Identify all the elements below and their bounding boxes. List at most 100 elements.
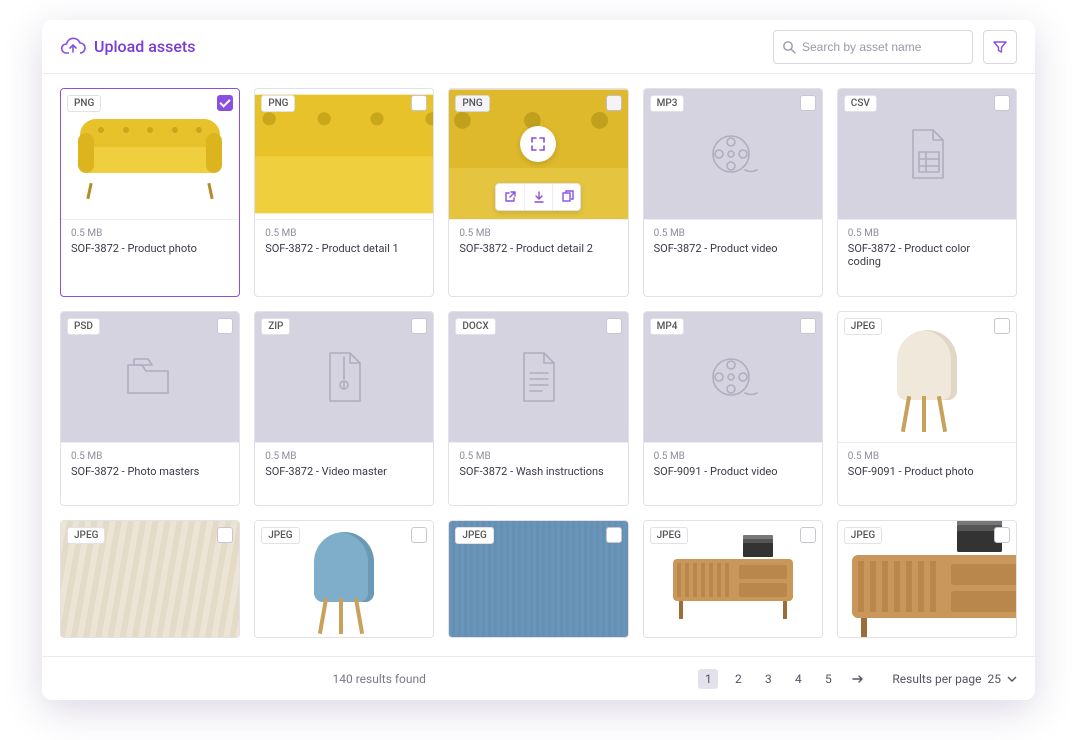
select-checkbox[interactable] [217, 95, 233, 111]
search-icon [782, 40, 796, 54]
select-checkbox[interactable] [217, 318, 233, 334]
upload-assets-button[interactable]: Upload assets [60, 37, 195, 57]
download-button[interactable] [524, 184, 552, 210]
asset-title: SOF-3872 - Wash instructions [459, 465, 617, 478]
asset-thumbnail: ZIP [255, 312, 433, 442]
asset-meta: 0.5 MB SOF-3872 - Product color coding [838, 219, 1016, 278]
copy-icon [560, 190, 574, 204]
asset-card[interactable]: MP3 0.5 MB SOF-3872 - Product video [643, 88, 823, 297]
asset-card[interactable]: MP4 0.5 MB SOF-9091 - Product video [643, 311, 823, 507]
asset-grid: PNG 0.5 MB SOF-3872 - Product photo PNG … [60, 88, 1017, 656]
asset-card[interactable]: CSV 0.5 MB SOF-3872 - Product color codi… [837, 88, 1017, 297]
format-badge: PNG [261, 95, 295, 112]
search-box[interactable] [773, 30, 973, 64]
select-checkbox[interactable] [994, 95, 1010, 111]
app-frame: Upload assets PNG 0.5 MB SOF-3872 - Prod… [42, 20, 1035, 700]
asset-card[interactable]: JPEG [60, 520, 240, 638]
select-checkbox[interactable] [606, 527, 622, 543]
asset-size: 0.5 MB [265, 228, 423, 239]
format-badge: JPEG [67, 527, 105, 544]
filetype-icon [705, 349, 761, 405]
asset-title: SOF-3872 - Product video [654, 242, 812, 255]
asset-thumbnail: JPEG [838, 312, 1016, 442]
asset-thumbnail: JPEG [449, 521, 627, 637]
format-badge: PNG [67, 95, 101, 112]
asset-card[interactable]: JPEG [254, 520, 434, 638]
copy-button[interactable] [552, 184, 580, 210]
asset-size: 0.5 MB [654, 451, 812, 462]
header: Upload assets [42, 20, 1035, 74]
asset-title: SOF-9091 - Product photo [848, 465, 1006, 478]
asset-title: SOF-3872 - Product photo [71, 242, 229, 255]
results-per-page[interactable]: Results per page 25 [892, 672, 1017, 686]
asset-title: SOF-9091 - Product video [654, 465, 812, 478]
asset-action-bar [495, 183, 581, 211]
page-1[interactable]: 1 [698, 669, 718, 689]
page-4[interactable]: 4 [788, 669, 808, 689]
footer: 140 results found 12345 Results per page… [42, 656, 1035, 700]
chevron-down-icon [1007, 675, 1017, 683]
asset-meta: 0.5 MB SOF-3872 - Video master [255, 442, 433, 488]
asset-card[interactable]: DOCX 0.5 MB SOF-3872 - Wash instructions [448, 311, 628, 507]
asset-title: SOF-3872 - Video master [265, 465, 423, 478]
asset-meta: 0.5 MB SOF-9091 - Product video [644, 442, 822, 488]
asset-thumbnail: PNG [255, 89, 433, 219]
page-next[interactable] [848, 669, 868, 689]
asset-title: SOF-3872 - Photo masters [71, 465, 229, 478]
open-external-button[interactable] [496, 184, 524, 210]
asset-size: 0.5 MB [459, 451, 617, 462]
asset-title: SOF-3872 - Product detail 1 [265, 242, 423, 255]
asset-thumbnail: CSV [838, 89, 1016, 219]
download-icon [532, 190, 546, 204]
select-checkbox[interactable] [411, 318, 427, 334]
asset-thumbnail: JPEG [61, 521, 239, 637]
asset-card[interactable]: PNG 0.5 MB SOF-3872 - Product detail 2➤ [448, 88, 628, 297]
filter-button[interactable] [983, 30, 1017, 64]
filetype-icon [516, 349, 560, 405]
asset-title: SOF-3872 - Product detail 2➤ [459, 242, 617, 255]
asset-card[interactable]: JPEG [837, 520, 1017, 638]
upload-label: Upload assets [94, 37, 195, 56]
format-badge: ZIP [261, 318, 290, 335]
page-2[interactable]: 2 [728, 669, 748, 689]
format-badge: JPEG [844, 527, 882, 544]
results-count: 140 results found [60, 672, 698, 686]
asset-thumbnail: MP3 [644, 89, 822, 219]
asset-card[interactable]: PSD 0.5 MB SOF-3872 - Photo masters [60, 311, 240, 507]
page-5[interactable]: 5 [818, 669, 838, 689]
search-input[interactable] [802, 40, 964, 54]
arrow-right-icon [851, 673, 865, 685]
asset-card[interactable]: PNG 0.5 MB SOF-3872 - Product photo [60, 88, 240, 297]
asset-card[interactable]: JPEG [643, 520, 823, 638]
expand-button[interactable] [520, 126, 556, 162]
format-badge: JPEG [455, 527, 493, 544]
filetype-icon [122, 353, 178, 401]
select-checkbox[interactable] [994, 527, 1010, 543]
select-checkbox[interactable] [994, 318, 1010, 334]
filetype-icon [322, 349, 366, 405]
asset-card[interactable]: JPEG [448, 520, 628, 638]
select-checkbox[interactable] [606, 318, 622, 334]
format-badge: JPEG [844, 318, 882, 335]
select-checkbox[interactable] [411, 95, 427, 111]
external-link-icon [503, 190, 517, 204]
asset-card[interactable]: PNG 0.5 MB SOF-3872 - Product detail 1 [254, 88, 434, 297]
page-3[interactable]: 3 [758, 669, 778, 689]
asset-meta: 0.5 MB SOF-3872 - Product detail 1 [255, 219, 433, 265]
select-checkbox[interactable] [800, 95, 816, 111]
asset-meta: 0.5 MB SOF-9091 - Product photo [838, 442, 1016, 488]
filetype-icon [705, 126, 761, 182]
asset-thumbnail: JPEG [644, 521, 822, 637]
select-checkbox[interactable] [800, 318, 816, 334]
format-badge: JPEG [261, 527, 299, 544]
asset-meta: 0.5 MB SOF-3872 - Photo masters [61, 442, 239, 488]
asset-meta: 0.5 MB SOF-3872 - Product video [644, 219, 822, 265]
asset-thumbnail: JPEG [838, 521, 1016, 637]
asset-card[interactable]: JPEG 0.5 MB SOF-9091 - Product photo [837, 311, 1017, 507]
rpp-value: 25 [988, 672, 1002, 686]
select-checkbox[interactable] [217, 527, 233, 543]
select-checkbox[interactable] [411, 527, 427, 543]
asset-thumbnail: JPEG [255, 521, 433, 637]
select-checkbox[interactable] [800, 527, 816, 543]
asset-card[interactable]: ZIP 0.5 MB SOF-3872 - Video master [254, 311, 434, 507]
